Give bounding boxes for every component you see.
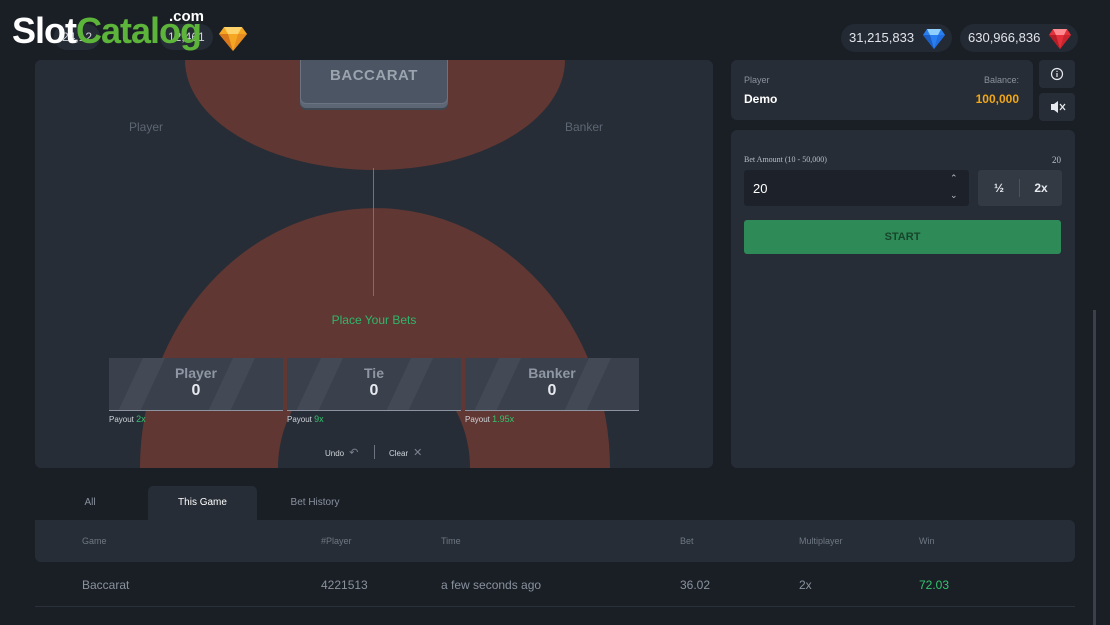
sound-toggle-button[interactable]	[1039, 93, 1075, 121]
clear-label: Clear	[389, 449, 409, 458]
tab-all[interactable]: All	[35, 486, 145, 520]
card-shoe: BACCARAT	[300, 60, 448, 104]
balance-value: 100,000	[975, 92, 1019, 106]
logo-slot-text: Slot	[12, 10, 77, 51]
player-name: Demo	[744, 92, 778, 106]
column-header-player: #Player	[321, 536, 352, 546]
wallet-blue: 31,215,833	[841, 24, 953, 52]
bet-spot-name: Banker	[528, 365, 576, 381]
top-bar: 24,12 12,461 SlotCatalog .com 31,215,833…	[0, 0, 1110, 60]
player-label: Player	[744, 75, 770, 85]
player-side-label: Player	[129, 120, 164, 134]
blue-gem-icon	[923, 29, 946, 49]
red-gem-icon	[1049, 29, 1072, 49]
cell-bet: 36.02	[680, 578, 711, 592]
column-header-win: Win	[919, 536, 935, 546]
bet-spot-tie[interactable]: Tie 0	[287, 358, 461, 411]
balance-label: Balance:	[983, 75, 1019, 85]
wallet-red: 630,966,836	[960, 24, 1079, 52]
baccarat-table: BACCARAT Player Banker Place Your Bets P…	[35, 60, 713, 468]
info-icon	[1050, 67, 1064, 81]
column-header-bet: Bet	[680, 536, 694, 546]
place-bets-message: Place Your Bets	[331, 313, 417, 327]
bet-spot-player[interactable]: Player 0	[109, 358, 283, 411]
player-panel: Player Balance: Demo 100,000	[731, 60, 1033, 120]
payout-label: Payout	[109, 415, 134, 424]
bet-spot-value: 0	[191, 382, 201, 399]
page-scrollbar[interactable]	[1093, 310, 1096, 625]
wallet-amount: 31,215,833	[849, 30, 915, 45]
table-divider	[373, 168, 374, 296]
cell-win: 72.03	[919, 578, 950, 592]
undo-label: Undo	[325, 449, 345, 458]
table-row: Baccarat 4221513 a few seconds ago 36.02…	[35, 564, 1075, 607]
column-header-game: Game	[82, 536, 107, 546]
payout-banker: Payout 1.95x	[465, 414, 514, 424]
cell-game: Baccarat	[82, 578, 130, 592]
bet-amount-input[interactable]	[744, 170, 969, 206]
column-header-multiplayer: Multiplayer	[799, 536, 843, 546]
payout-multiplier: 1.95x	[492, 414, 515, 424]
shoe-label: BACCARAT	[330, 67, 418, 84]
sound-muted-icon	[1051, 101, 1066, 113]
logo-com-text: .com	[169, 8, 205, 25]
payout-label: Payout	[465, 415, 490, 424]
undo-button[interactable]: Undo ↶	[325, 446, 358, 459]
payout-player: Payout 2x	[109, 414, 146, 424]
bet-modifier-group: ½ 2x	[978, 170, 1062, 206]
bet-spot-value: 0	[547, 382, 557, 399]
site-logo[interactable]: SlotCatalog .com	[12, 8, 205, 52]
cell-player: 4221513	[321, 578, 368, 592]
bet-panel: Bet Amount (10 - 50,000) 20 ⌃ ⌄ ½ 2x STA…	[731, 130, 1075, 468]
column-header-time: Time	[441, 536, 461, 546]
orange-gem-icon	[219, 27, 247, 51]
close-icon: ✕	[413, 447, 423, 459]
history-table-header: Game #Player Time Bet Multiplayer Win	[35, 520, 1075, 562]
double-bet-button[interactable]: 2x	[1020, 170, 1062, 206]
bet-spot-name: Player	[174, 365, 218, 381]
decrement-icon[interactable]: ⌄	[950, 190, 958, 201]
tab-bet-history[interactable]: Bet History	[260, 486, 370, 520]
payout-tie: Payout 9x	[287, 414, 324, 424]
bet-spot-name: Tie	[364, 365, 384, 381]
bet-spot-banker[interactable]: Banker 0	[465, 358, 639, 411]
payout-multiplier: 2x	[136, 414, 146, 424]
bet-amount-label: Bet Amount (10 - 50,000)	[744, 155, 827, 164]
wallet-amount: 630,966,836	[968, 30, 1041, 45]
bet-amount-current: 20	[1052, 155, 1061, 165]
cell-time: a few seconds ago	[441, 578, 542, 592]
info-button[interactable]	[1039, 60, 1075, 88]
tab-this-game[interactable]: This Game	[148, 486, 257, 520]
cell-multiplayer: 2x	[799, 578, 812, 592]
payout-label: Payout	[287, 415, 312, 424]
clear-button[interactable]: Clear ✕	[389, 446, 422, 459]
banker-side-label: Banker	[565, 120, 604, 134]
increment-icon[interactable]: ⌃	[950, 173, 958, 184]
half-bet-button[interactable]: ½	[978, 170, 1020, 206]
start-button[interactable]: START	[744, 220, 1061, 254]
payout-multiplier: 9x	[314, 414, 324, 424]
undo-icon: ↶	[349, 447, 359, 459]
control-separator	[374, 445, 375, 459]
bet-spot-value: 0	[369, 382, 379, 399]
